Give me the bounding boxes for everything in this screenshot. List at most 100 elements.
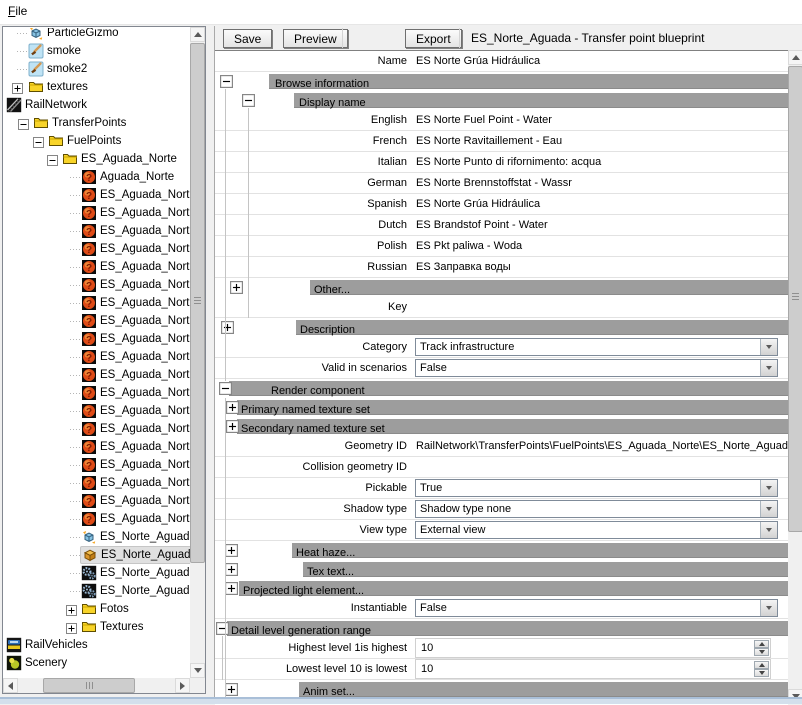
section-header-bar: Description — [296, 320, 788, 335]
spinner-down-button[interactable] — [754, 648, 769, 656]
collapse-section-button[interactable] — [242, 94, 255, 107]
tree-item[interactable]: ?ES_Aguada_Nort — [4, 330, 190, 348]
tree-item[interactable]: ?ES_Aguada_Nort — [4, 492, 190, 510]
expand-section-button[interactable] — [226, 401, 239, 414]
tree-item[interactable]: ?ES_Aguada_Nort — [4, 276, 190, 294]
preview-button[interactable]: Preview — [283, 29, 348, 48]
tree-item[interactable]: ?ES_Aguada_Nort — [4, 474, 190, 492]
expand-icon[interactable] — [66, 621, 77, 632]
tree-item[interactable]: FuelPoints — [4, 132, 190, 150]
tree-item[interactable]: ?ES_Aguada_Nort — [4, 348, 190, 366]
tree-item[interactable]: RailNetwork — [4, 96, 190, 114]
combo-dropdown-button[interactable] — [760, 501, 777, 517]
menu-file[interactable]: File — [0, 0, 35, 21]
tree-item[interactable]: Fotos — [4, 600, 190, 618]
expand-section-button[interactable] — [230, 281, 243, 294]
tree-item[interactable]: Textures — [4, 618, 190, 636]
tree-scroll-right-button[interactable] — [175, 678, 190, 693]
tree-item[interactable]: ?ES_Aguada_Nort — [4, 186, 190, 204]
tree-item[interactable]: ES_Norte_Aguad — [4, 582, 190, 600]
tree-item[interactable]: smoke — [4, 42, 190, 60]
collapse-icon[interactable] — [33, 135, 44, 146]
property-value-field[interactable]: ES Norte Grúa Hidráulica — [416, 198, 540, 210]
properties-scroll-up-button[interactable] — [788, 50, 802, 65]
collapse-section-button[interactable] — [219, 382, 232, 395]
combo-box-shadow-type[interactable]: Shadow type none — [415, 500, 778, 518]
property-value-field[interactable]: ES Pkt paliwa - Woda — [416, 240, 522, 252]
tree-scroll-left-button[interactable] — [3, 678, 18, 693]
combo-box-pickable[interactable]: True — [415, 479, 778, 497]
tree-item-content: ?ES_Aguada_Nort — [80, 492, 190, 510]
property-value-field[interactable]: ES Заправка воды — [416, 261, 511, 273]
tree-item[interactable]: ?ES_Aguada_Nort — [4, 258, 190, 276]
property-value-field[interactable]: ES Norte Punto di rifornimento: acqua — [416, 156, 601, 168]
expand-section-button[interactable] — [225, 563, 238, 576]
properties-vertical-scroll-thumb[interactable] — [788, 66, 802, 532]
expand-section-button[interactable] — [225, 544, 238, 557]
combo-dropdown-button[interactable] — [760, 480, 777, 496]
tree-item[interactable]: TransferPoints — [4, 114, 190, 132]
tree-item[interactable]: ES_Norte_Aguad — [4, 564, 190, 582]
combo-dropdown-button[interactable] — [760, 360, 777, 376]
combo-dropdown-button[interactable] — [760, 600, 777, 616]
expand-section-button[interactable] — [225, 582, 238, 595]
tree-item[interactable]: ?ES_Aguada_Nort — [4, 240, 190, 258]
tree-item[interactable]: ?ES_Aguada_Nort — [4, 456, 190, 474]
number-field-highest-level-1is-highest[interactable]: 10 — [415, 638, 771, 658]
tree-item[interactable]: RailVehicles — [4, 636, 190, 654]
missing-blueprint-icon: ? — [81, 367, 97, 383]
expand-icon[interactable] — [12, 81, 23, 92]
combo-box-view-type[interactable]: External view — [415, 521, 778, 539]
property-value-field[interactable]: ES Norte Ravitaillement - Eau — [416, 135, 562, 147]
property-value-field[interactable]: ES Norte Brennstoffstat - Wassr — [416, 177, 572, 189]
tree-item[interactable]: ?ES_Aguada_Nort — [4, 312, 190, 330]
spinner-up-button[interactable] — [754, 661, 769, 669]
export-button[interactable]: Export — [405, 29, 462, 48]
property-value-field[interactable]: RailNetwork\TransferPoints\FuelPoints\ES… — [416, 440, 788, 452]
tree-item[interactable]: ParticleGizmo — [4, 28, 190, 42]
combo-dropdown-button[interactable] — [760, 339, 777, 355]
tree-item[interactable]: ?ES_Aguada_Nort — [4, 384, 190, 402]
spinner-up-icon — [759, 663, 765, 667]
tree-item[interactable]: ?ES_Aguada_Nort — [4, 222, 190, 240]
tree-item[interactable]: ?Aguada_Norte — [4, 168, 190, 186]
spinner-down-button[interactable] — [754, 669, 769, 677]
expand-icon[interactable] — [66, 603, 77, 614]
tree-item[interactable]: ?ES_Aguada_Nort — [4, 438, 190, 456]
tree-item[interactable]: ES_Norte_Aguad — [4, 528, 190, 546]
collapse-section-button[interactable] — [216, 622, 229, 635]
tree-item[interactable]: textures — [4, 78, 190, 96]
tree-scroll-up-button[interactable] — [190, 27, 205, 42]
tree-item[interactable]: ES_Aguada_Norte — [4, 150, 190, 168]
number-field-lowest-level-10-is-lowest[interactable]: 10 — [415, 659, 771, 679]
tree-item[interactable]: ?ES_Aguada_Nort — [4, 402, 190, 420]
tree-item[interactable]: ?ES_Aguada_Nort — [4, 420, 190, 438]
combo-box-category[interactable]: Track infrastructure — [415, 338, 778, 356]
tree-item[interactable]: ?ES_Aguada_Nort — [4, 294, 190, 312]
tree-item[interactable]: ES_Norte_Aguad — [4, 546, 190, 564]
expand-section-button[interactable] — [221, 321, 234, 334]
spinner-up-button[interactable] — [754, 640, 769, 648]
combo-dropdown-button[interactable] — [760, 522, 777, 538]
tree-item[interactable]: smoke2 — [4, 60, 190, 78]
missing-blueprint-icon: ? — [81, 313, 97, 329]
collapse-icon[interactable] — [18, 117, 29, 128]
collapse-icon[interactable] — [47, 153, 58, 164]
combo-box-valid-in-scenarios[interactable]: False — [415, 359, 778, 377]
property-row-french: FrenchES Norte Ravitaillement - Eau — [215, 131, 788, 152]
tree-vertical-scroll-thumb[interactable] — [190, 43, 205, 563]
combo-box-instantiable[interactable]: False — [415, 599, 778, 617]
property-value-field[interactable]: ES Norte Grúa Hidráulica — [416, 55, 540, 67]
tree-horizontal-scroll-thumb[interactable] — [43, 678, 135, 693]
property-value-field[interactable]: ES Norte Fuel Point - Water — [416, 114, 552, 126]
tree-scroll-down-button[interactable] — [190, 663, 205, 678]
collapse-section-button[interactable] — [220, 75, 233, 88]
property-value-field[interactable]: ES Brandstof Point - Water — [416, 219, 548, 231]
tree-item[interactable]: Scenery — [4, 654, 190, 672]
tree-item[interactable]: ?ES_Aguada_Nort — [4, 510, 190, 528]
expand-section-button[interactable] — [225, 683, 238, 696]
save-button[interactable]: Save — [223, 29, 272, 48]
tree-item[interactable]: ?ES_Aguada_Nort — [4, 204, 190, 222]
expand-section-button[interactable] — [226, 420, 239, 433]
tree-item[interactable]: ?ES_Aguada_Nort — [4, 366, 190, 384]
